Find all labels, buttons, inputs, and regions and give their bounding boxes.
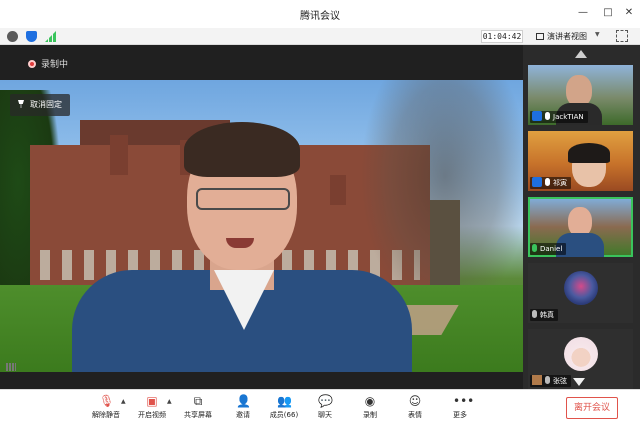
participant-name: 祁寅 (553, 179, 567, 187)
speaker-glasses (196, 188, 290, 210)
unpin-label: 取消固定 (30, 100, 62, 109)
record-label: 录制 (363, 411, 377, 419)
window-title: 腾讯会议 (300, 11, 340, 22)
invite-label: 邀请 (236, 411, 250, 419)
recording-indicator: 录制中 (28, 57, 68, 70)
camera-off-icon: ▣ (146, 394, 158, 408)
leave-meeting-button[interactable]: 离开会议 (566, 397, 618, 419)
start-video-label: 开启视频 (138, 411, 166, 419)
host-icon (532, 111, 542, 121)
microphone-active-icon (532, 244, 537, 252)
participant-name: 韩真 (540, 311, 554, 319)
speaker-hair (184, 122, 300, 177)
profile-picture-icon (532, 375, 542, 385)
chat-label: 聊天 (318, 411, 332, 419)
invite-button[interactable]: 👤 邀请 (221, 393, 265, 425)
record-button[interactable]: ◉ 录制 (348, 393, 392, 425)
unpin-button[interactable]: 取消固定 (10, 94, 70, 116)
meeting-window: 腾讯会议 — □ ✕ 01:04:42 演讲者视图 ▼ 录制中 取消固定 Jac… (0, 0, 640, 426)
microphone-muted-icon (545, 376, 550, 384)
speaker-person (72, 120, 412, 372)
scroll-down-icon[interactable] (573, 378, 585, 386)
participant-label: Daniel (530, 243, 567, 255)
participant-hair (568, 143, 610, 163)
meeting-info-bar: 01:04:42 演讲者视图 ▼ (0, 28, 640, 45)
more-icon: ••• (453, 394, 475, 408)
participant-name: Daniel (540, 245, 563, 253)
participant-label: JackTIAN (530, 111, 588, 123)
pin-icon (18, 100, 24, 108)
security-shield-icon[interactable] (26, 31, 37, 42)
participant-label: 祁寅 (530, 177, 571, 189)
info-icon[interactable] (7, 31, 18, 42)
participant-tile-active[interactable]: Daniel (528, 197, 633, 257)
participant-label: 张弦 (530, 375, 571, 387)
speaker-view-icon (536, 33, 544, 40)
avatar (564, 271, 598, 305)
participant-thumbnails: JackTIAN 祁寅 Daniel 韩真 张弦 (523, 45, 640, 389)
network-signal-icon[interactable] (45, 31, 56, 42)
maximize-button[interactable]: □ (601, 6, 615, 20)
video-options-chevron-icon[interactable]: ▲ (167, 398, 172, 405)
participant-label: 韩真 (530, 309, 558, 321)
share-screen-button[interactable]: ⧉ 共享屏幕 (176, 393, 220, 425)
emoji-icon: ☺ (408, 394, 422, 408)
speaker-stage: 录制中 取消固定 (0, 45, 523, 389)
reactions-button[interactable]: ☺ 表情 (393, 393, 437, 425)
members-button[interactable]: 👥 成员(66) (262, 393, 306, 425)
recording-label: 录制中 (41, 60, 69, 70)
chat-icon: 💬 (318, 394, 333, 408)
meeting-timer: 01:04:42 (481, 30, 523, 43)
avatar (564, 337, 598, 371)
participant-name: JackTIAN (553, 113, 584, 121)
fullscreen-icon[interactable] (616, 30, 628, 42)
microphone-icon (545, 112, 550, 120)
chat-button[interactable]: 💬 聊天 (303, 393, 347, 425)
close-button[interactable]: ✕ (622, 6, 636, 20)
record-dot-icon (28, 60, 36, 68)
share-screen-icon: ⧉ (193, 394, 203, 408)
participant-tile[interactable]: 韩真 (528, 263, 633, 323)
meeting-toolbar: 🎙 解除静音 ▲ ▣ 开启视频 ▲ ⧉ 共享屏幕 👤 邀请 👥 成员(66) 💬… (0, 389, 640, 426)
invite-icon: 👤 (236, 394, 251, 408)
participant-name: 张弦 (553, 377, 567, 385)
reactions-label: 表情 (408, 411, 422, 419)
main-video[interactable] (0, 80, 523, 372)
title-bar: 腾讯会议 — □ ✕ (0, 0, 640, 28)
unmute-label: 解除静音 (92, 411, 120, 419)
video-signal-icon (6, 363, 16, 371)
audio-options-chevron-icon[interactable]: ▲ (121, 398, 126, 405)
members-label: 成员(66) (269, 411, 299, 419)
more-label: 更多 (453, 411, 467, 419)
view-mode-button[interactable]: 演讲者视图 (534, 30, 587, 43)
chevron-down-icon[interactable]: ▼ (595, 31, 600, 38)
share-screen-label: 共享屏幕 (184, 411, 212, 419)
microphone-icon (545, 178, 550, 186)
host-icon (532, 177, 542, 187)
microphone-muted-icon (532, 310, 537, 318)
view-mode-label: 演讲者视图 (547, 32, 587, 41)
record-icon: ◉ (364, 394, 376, 408)
minimize-button[interactable]: — (576, 6, 590, 20)
participant-tile[interactable]: JackTIAN (528, 65, 633, 125)
participant-tile[interactable]: 祁寅 (528, 131, 633, 191)
microphone-muted-icon: 🎙 (99, 394, 115, 408)
more-button[interactable]: ••• 更多 (438, 393, 482, 425)
scroll-up-icon[interactable] (575, 50, 587, 58)
members-icon: 👥 (277, 394, 292, 408)
